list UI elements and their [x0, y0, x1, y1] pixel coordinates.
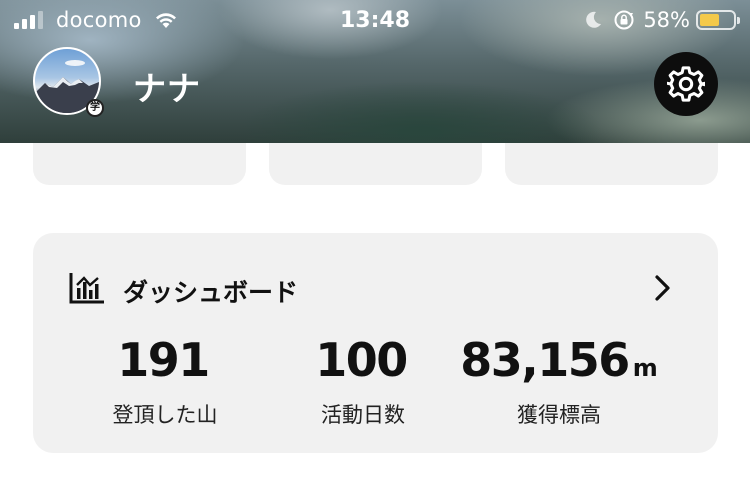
gear-icon	[667, 66, 705, 102]
stat-activity-days: 100 活動日数	[263, 333, 463, 429]
stat-value: 83,156	[460, 333, 630, 387]
settings-button[interactable]	[654, 52, 718, 116]
stat-label: 獲得標高	[517, 403, 601, 427]
dashboard-card[interactable]: ダッシュボード 191 登頂した山 100 活動日数 83,156 m 獲得標高	[33, 233, 718, 453]
summary-card-2[interactable]	[269, 143, 482, 185]
profile-header: docomo 13:48 58% 学 ナナ	[0, 0, 750, 143]
summary-card-3[interactable]	[505, 143, 718, 185]
moon-icon	[586, 11, 602, 28]
stat-label: 登頂した山	[112, 403, 218, 427]
status-bar: docomo 13:48 58%	[0, 0, 750, 40]
status-right: 58%	[583, 8, 740, 32]
stat-value: 100	[315, 333, 408, 387]
stat-value: 191	[117, 333, 210, 387]
dashboard-title: ダッシュボード	[123, 278, 299, 307]
rotation-lock-icon	[614, 10, 634, 30]
battery-icon	[696, 10, 740, 30]
battery-level	[700, 14, 719, 26]
stat-unit: m	[632, 354, 658, 382]
user-badge: 学	[86, 99, 104, 117]
bar-chart-icon	[69, 273, 104, 304]
chevron-right-icon[interactable]	[652, 274, 674, 302]
dashboard-header[interactable]: ダッシュボード	[33, 233, 718, 343]
stat-summits: 191 登頂した山	[65, 333, 265, 429]
summary-card-1[interactable]	[33, 143, 246, 185]
battery-percent: 58%	[643, 8, 690, 32]
stat-label: 活動日数	[321, 403, 405, 427]
user-name: ナナ	[133, 69, 201, 108]
stat-elevation-gain: 83,156 m 獲得標高	[459, 333, 659, 429]
